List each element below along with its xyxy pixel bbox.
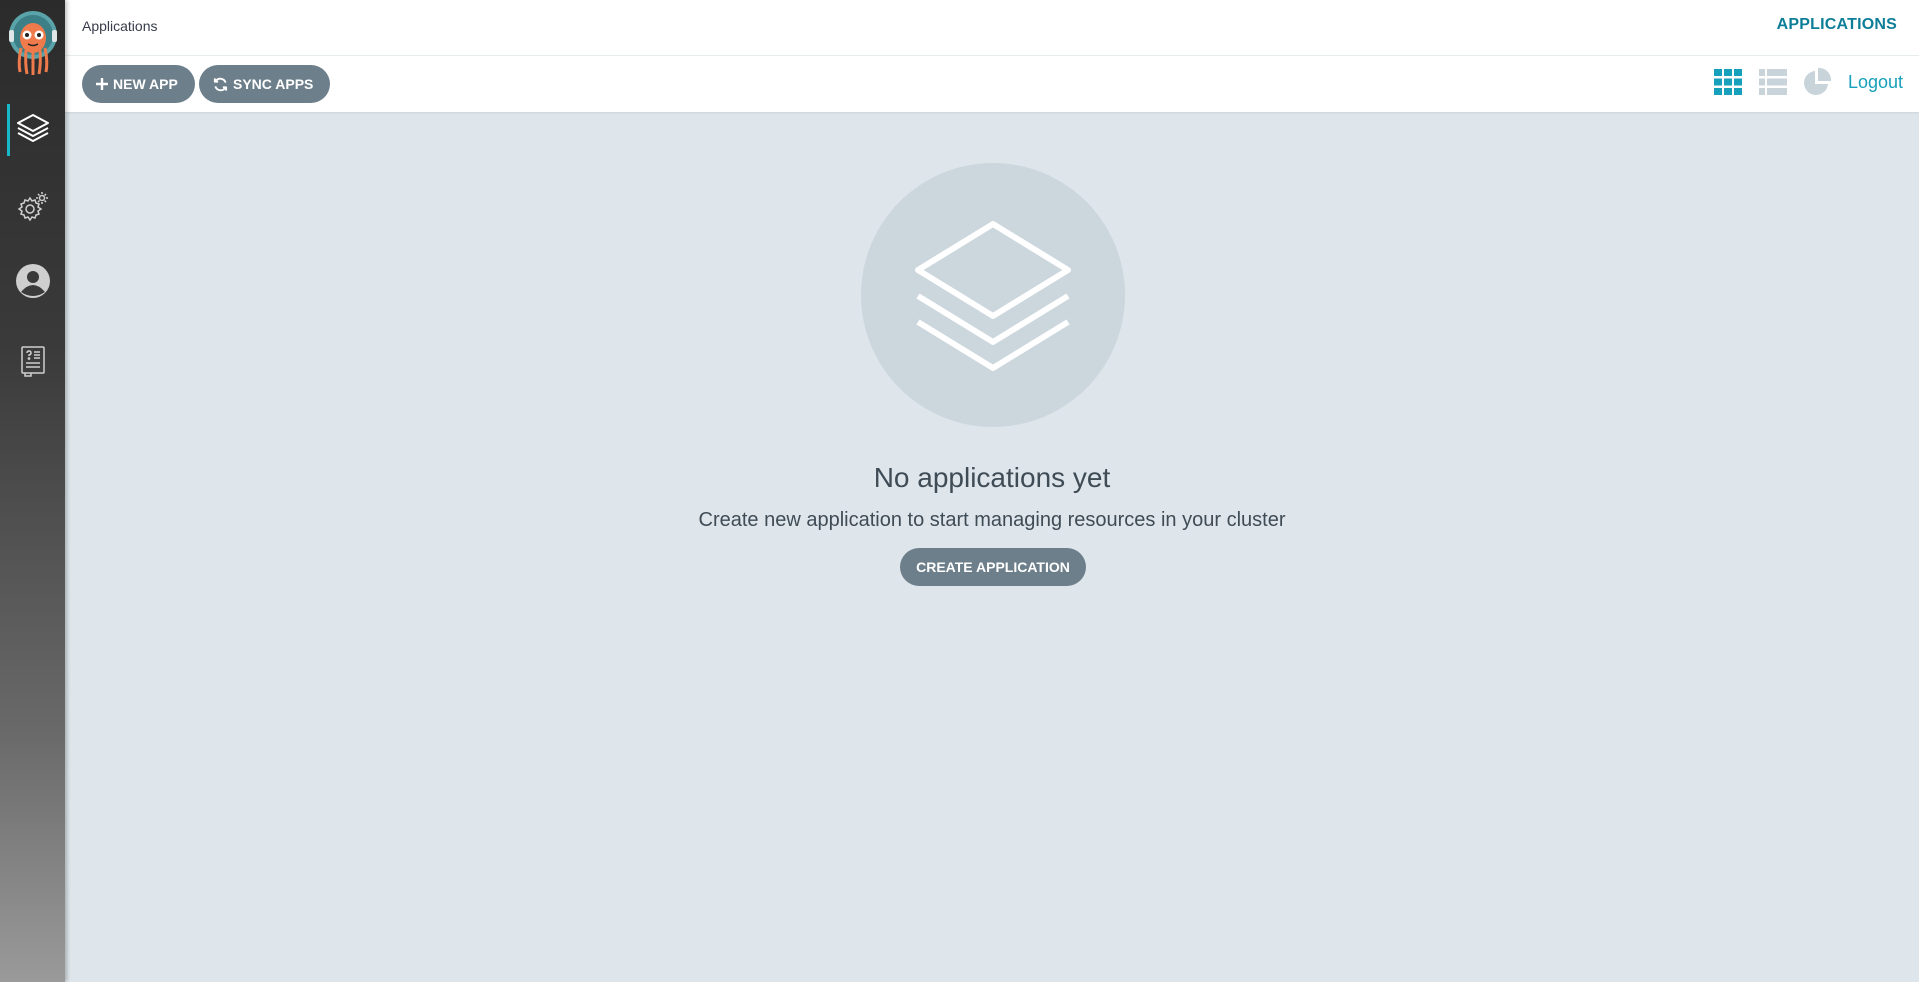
applications-empty-state: No applications yet Create new applicati… [65,112,1919,982]
sidebar-item-documentation[interactable] [0,335,65,391]
sidebar-item-settings[interactable] [0,180,65,236]
sync-apps-button[interactable]: SYNC APPS [199,65,330,103]
sidebar-item-applications[interactable] [0,102,65,158]
top-bar: Applications APPLICATIONS [65,0,1919,56]
list-view-icon[interactable] [1757,66,1789,98]
logout-link[interactable]: Logout [1848,72,1903,93]
sidebar-item-user-info[interactable] [0,255,65,311]
page-title: Applications [82,18,158,34]
new-app-label: NEW APP [113,76,178,92]
argo-logo[interactable] [6,8,60,80]
empty-state-illustration [861,163,1125,427]
section-title: APPLICATIONS [1776,16,1897,33]
plus-icon [96,78,108,90]
sidebar [0,0,65,982]
layers-icon [908,208,1078,383]
new-app-button[interactable]: NEW APP [82,65,195,103]
empty-state-title: No applications yet [873,462,1111,493]
layers-icon [15,110,51,151]
tiles-view-icon[interactable] [1712,66,1744,98]
gear-icon [16,189,50,228]
summary-pie-icon[interactable] [1801,66,1833,98]
sync-icon [213,77,228,92]
empty-state-subtitle: Create new application to start managing… [698,509,1286,531]
toolbar: NEW APP SYNC APPS Logout [65,56,1919,112]
create-application-button[interactable]: CREATE APPLICATION [900,548,1086,586]
sync-apps-label: SYNC APPS [233,76,314,92]
docs-icon [18,344,48,383]
user-icon [15,263,51,304]
